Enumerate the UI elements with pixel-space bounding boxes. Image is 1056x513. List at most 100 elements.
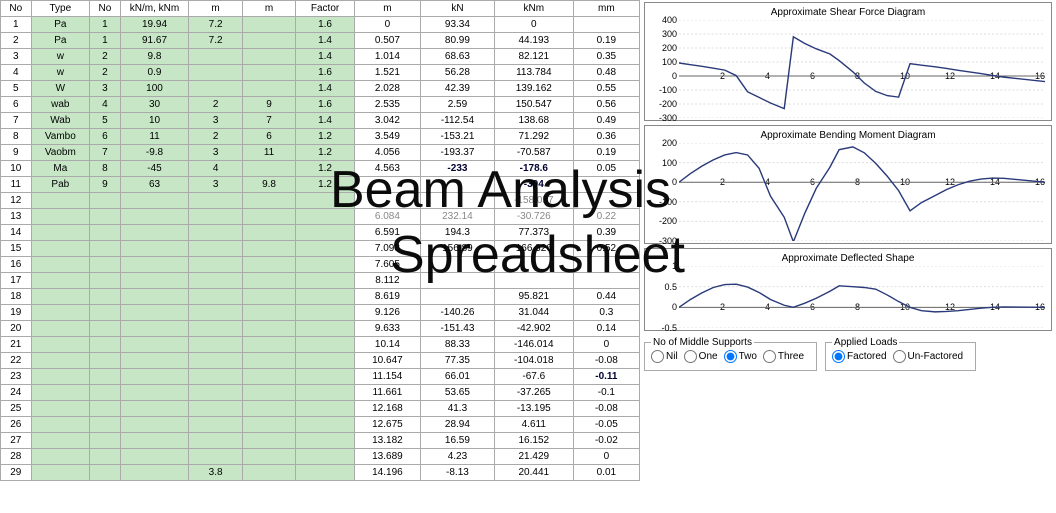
- cell[interactable]: 156.89: [421, 241, 495, 257]
- cell[interactable]: 68.63: [421, 49, 495, 65]
- cell[interactable]: 16.59: [421, 433, 495, 449]
- cell[interactable]: 3.549: [354, 129, 420, 145]
- cell[interactable]: [120, 369, 189, 385]
- cell[interactable]: 91.67: [120, 33, 189, 49]
- cell[interactable]: [120, 225, 189, 241]
- cell[interactable]: [90, 417, 121, 433]
- cell[interactable]: [31, 289, 90, 305]
- table-row[interactable]: 157.098156.89166.3260.52: [1, 241, 640, 257]
- cell[interactable]: [120, 241, 189, 257]
- cell[interactable]: 23: [1, 369, 32, 385]
- cell[interactable]: 12.168: [354, 401, 420, 417]
- cell[interactable]: 1.6: [296, 97, 355, 113]
- cell[interactable]: [242, 465, 295, 481]
- cell[interactable]: 24: [1, 385, 32, 401]
- cell[interactable]: [31, 241, 90, 257]
- table-row[interactable]: 293.814.196-8.1320.4410.01: [1, 465, 640, 481]
- cell[interactable]: [120, 417, 189, 433]
- cell[interactable]: [296, 289, 355, 305]
- table-row[interactable]: 8Vambo611261.23.549-153.2171.2920.36: [1, 129, 640, 145]
- cell[interactable]: 20.441: [494, 465, 573, 481]
- cell[interactable]: [242, 225, 295, 241]
- cell[interactable]: 3.8: [189, 465, 242, 481]
- cell[interactable]: -233: [421, 161, 495, 177]
- table-row[interactable]: 2612.67528.944.611-0.05: [1, 417, 640, 433]
- cell[interactable]: 3: [189, 177, 242, 193]
- cell[interactable]: [242, 161, 295, 177]
- cell[interactable]: [296, 401, 355, 417]
- cell[interactable]: 19.94: [120, 17, 189, 33]
- cell[interactable]: [242, 17, 295, 33]
- cell[interactable]: 16: [1, 257, 32, 273]
- cell[interactable]: 1.2: [296, 129, 355, 145]
- cell[interactable]: 7.098: [354, 241, 420, 257]
- col-header[interactable]: m: [242, 1, 295, 17]
- cell[interactable]: [242, 33, 295, 49]
- cell[interactable]: 4.23: [421, 449, 495, 465]
- cell[interactable]: -158.057: [494, 193, 573, 209]
- col-header[interactable]: mm: [573, 1, 639, 17]
- cell[interactable]: [242, 369, 295, 385]
- cell[interactable]: [296, 209, 355, 225]
- cell[interactable]: [90, 401, 121, 417]
- cell[interactable]: [90, 449, 121, 465]
- table-row[interactable]: 1Pa119.947.21.6093.340: [1, 17, 640, 33]
- cell[interactable]: 1.4: [296, 49, 355, 65]
- cell[interactable]: 1: [1, 17, 32, 33]
- cell[interactable]: 15: [1, 241, 32, 257]
- col-header[interactable]: kNm: [494, 1, 573, 17]
- col-header[interactable]: m: [189, 1, 242, 17]
- cell[interactable]: [421, 289, 495, 305]
- radio-option[interactable]: Nil: [651, 350, 678, 363]
- cell[interactable]: -37.265: [494, 385, 573, 401]
- cell[interactable]: [242, 353, 295, 369]
- table-row[interactable]: 209.633-151.43-42.9020.14: [1, 321, 640, 337]
- cell[interactable]: [189, 81, 242, 97]
- cell[interactable]: [31, 321, 90, 337]
- cell[interactable]: [296, 337, 355, 353]
- cell[interactable]: 1.4: [296, 33, 355, 49]
- cell[interactable]: [189, 321, 242, 337]
- cell[interactable]: 9.126: [354, 305, 420, 321]
- cell[interactable]: 31.044: [494, 305, 573, 321]
- table-row[interactable]: 2311.15466.01-67.6-0.11: [1, 369, 640, 385]
- cell[interactable]: [573, 17, 639, 33]
- cell[interactable]: 9: [1, 145, 32, 161]
- cell[interactable]: -30.726: [494, 209, 573, 225]
- cell[interactable]: 150.547: [494, 97, 573, 113]
- cell[interactable]: 11: [120, 129, 189, 145]
- cell[interactable]: -193.37: [421, 145, 495, 161]
- cell[interactable]: [90, 257, 121, 273]
- cell[interactable]: 21.429: [494, 449, 573, 465]
- cell[interactable]: -151.43: [421, 321, 495, 337]
- cell[interactable]: 7.2: [189, 17, 242, 33]
- cell[interactable]: 4: [1, 65, 32, 81]
- cell[interactable]: 21: [1, 337, 32, 353]
- cell[interactable]: Vambo: [31, 129, 90, 145]
- cell[interactable]: [90, 305, 121, 321]
- cell[interactable]: 80.99: [421, 33, 495, 49]
- cell[interactable]: 7.605: [354, 257, 420, 273]
- cell[interactable]: 1.6: [296, 17, 355, 33]
- cell[interactable]: -8.13: [421, 465, 495, 481]
- cell[interactable]: 17: [1, 273, 32, 289]
- cell[interactable]: [242, 193, 295, 209]
- cell[interactable]: 3.042: [354, 113, 420, 129]
- cell[interactable]: [296, 225, 355, 241]
- cell[interactable]: [120, 209, 189, 225]
- cell[interactable]: 28: [1, 449, 32, 465]
- cell[interactable]: [120, 433, 189, 449]
- cell[interactable]: [421, 193, 495, 209]
- table-row[interactable]: 2411.66153.65-37.265-0.1: [1, 385, 640, 401]
- cell[interactable]: [90, 225, 121, 241]
- cell[interactable]: 0.36: [573, 129, 639, 145]
- cell[interactable]: 0: [573, 449, 639, 465]
- cell[interactable]: [242, 385, 295, 401]
- cell[interactable]: 14.196: [354, 465, 420, 481]
- cell[interactable]: 9.8: [242, 177, 295, 193]
- cell[interactable]: [296, 353, 355, 369]
- cell[interactable]: [354, 193, 420, 209]
- cell[interactable]: [242, 417, 295, 433]
- cell[interactable]: 28.94: [421, 417, 495, 433]
- cell[interactable]: -0.1: [573, 385, 639, 401]
